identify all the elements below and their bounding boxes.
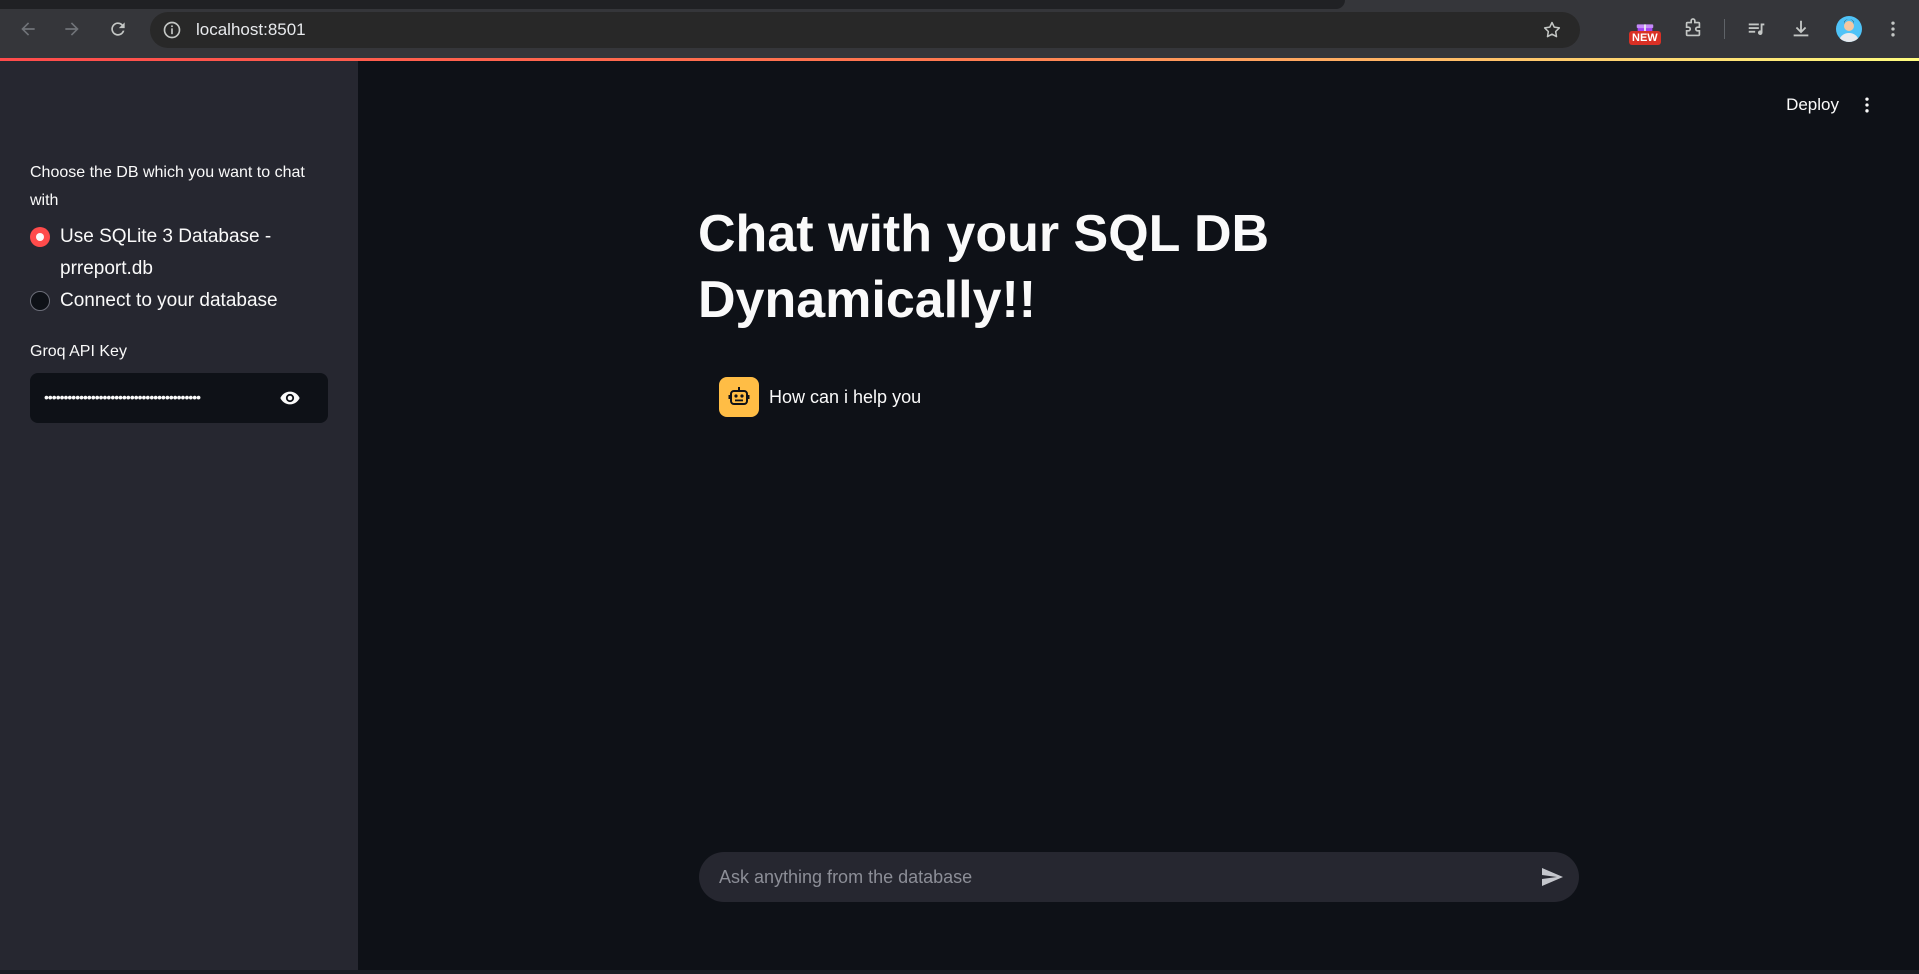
- radio-option-label: Connect to your database: [60, 290, 278, 311]
- radio-option-connect-db[interactable]: Connect to your database: [30, 285, 330, 317]
- media-playlist-icon[interactable]: [1744, 16, 1770, 42]
- reload-button[interactable]: [104, 15, 132, 43]
- bookmark-star-icon[interactable]: [1542, 20, 1562, 40]
- info-icon[interactable]: [162, 20, 182, 40]
- api-key-masked-value[interactable]: ••••••••••••••••••••••••••••••••••••••••: [44, 387, 284, 407]
- page-title: Chat with your SQL DB Dynamically!!: [698, 205, 1270, 329]
- chat-input[interactable]: [719, 852, 1509, 902]
- radio-option-label: Use SQLite 3 Database - prreport.db: [60, 226, 272, 279]
- reload-icon: [111, 22, 125, 36]
- address-bar[interactable]: localhost:8501: [150, 12, 1580, 48]
- extensions-puzzle-icon[interactable]: [1680, 16, 1706, 42]
- eye-icon[interactable]: [278, 387, 302, 409]
- profile-avatar[interactable]: [1836, 16, 1862, 42]
- db-choice-label: Choose the DB which you want to chat wit…: [30, 164, 305, 209]
- arrow-right-icon: [65, 22, 79, 36]
- send-button[interactable]: [1539, 865, 1565, 889]
- new-badge: NEW: [1629, 31, 1661, 45]
- send-icon: [1542, 868, 1563, 886]
- forward-button[interactable]: [58, 15, 86, 43]
- window-bottom-edge: [0, 970, 1919, 974]
- arrow-left-icon: [21, 22, 35, 36]
- chrome-menu-icon[interactable]: [1880, 16, 1906, 42]
- chat-input-container[interactable]: [699, 852, 1579, 902]
- radio-unselected-icon[interactable]: [30, 291, 50, 311]
- back-button[interactable]: [14, 15, 42, 43]
- main-content: Deploy Chat with your SQL DB Dynamically…: [358, 61, 1919, 974]
- download-icon[interactable]: [1788, 16, 1814, 42]
- api-key-label: Groq API Key: [30, 343, 127, 360]
- tab-strip: [0, 0, 1345, 9]
- robot-icon: [728, 387, 750, 405]
- toolbar-separator: [1724, 19, 1725, 39]
- more-vertical-icon: [1865, 97, 1869, 113]
- deploy-button[interactable]: Deploy: [1786, 93, 1839, 117]
- api-key-input[interactable]: ••••••••••••••••••••••••••••••••••••••••: [30, 373, 328, 423]
- sidebar: Choose the DB which you want to chat wit…: [0, 61, 358, 974]
- browser-toolbar: localhost:8501 NEW: [0, 0, 1919, 60]
- radio-option-sqlite[interactable]: Use SQLite 3 Database - prreport.db: [30, 221, 330, 285]
- radio-selected-icon[interactable]: [30, 227, 50, 247]
- bot-avatar: [719, 377, 759, 417]
- chat-message-text: How can i help you: [769, 387, 922, 407]
- app-menu-button[interactable]: [1855, 93, 1879, 117]
- chat-message: How can i help you: [719, 377, 921, 417]
- url-text[interactable]: localhost:8501: [196, 20, 306, 40]
